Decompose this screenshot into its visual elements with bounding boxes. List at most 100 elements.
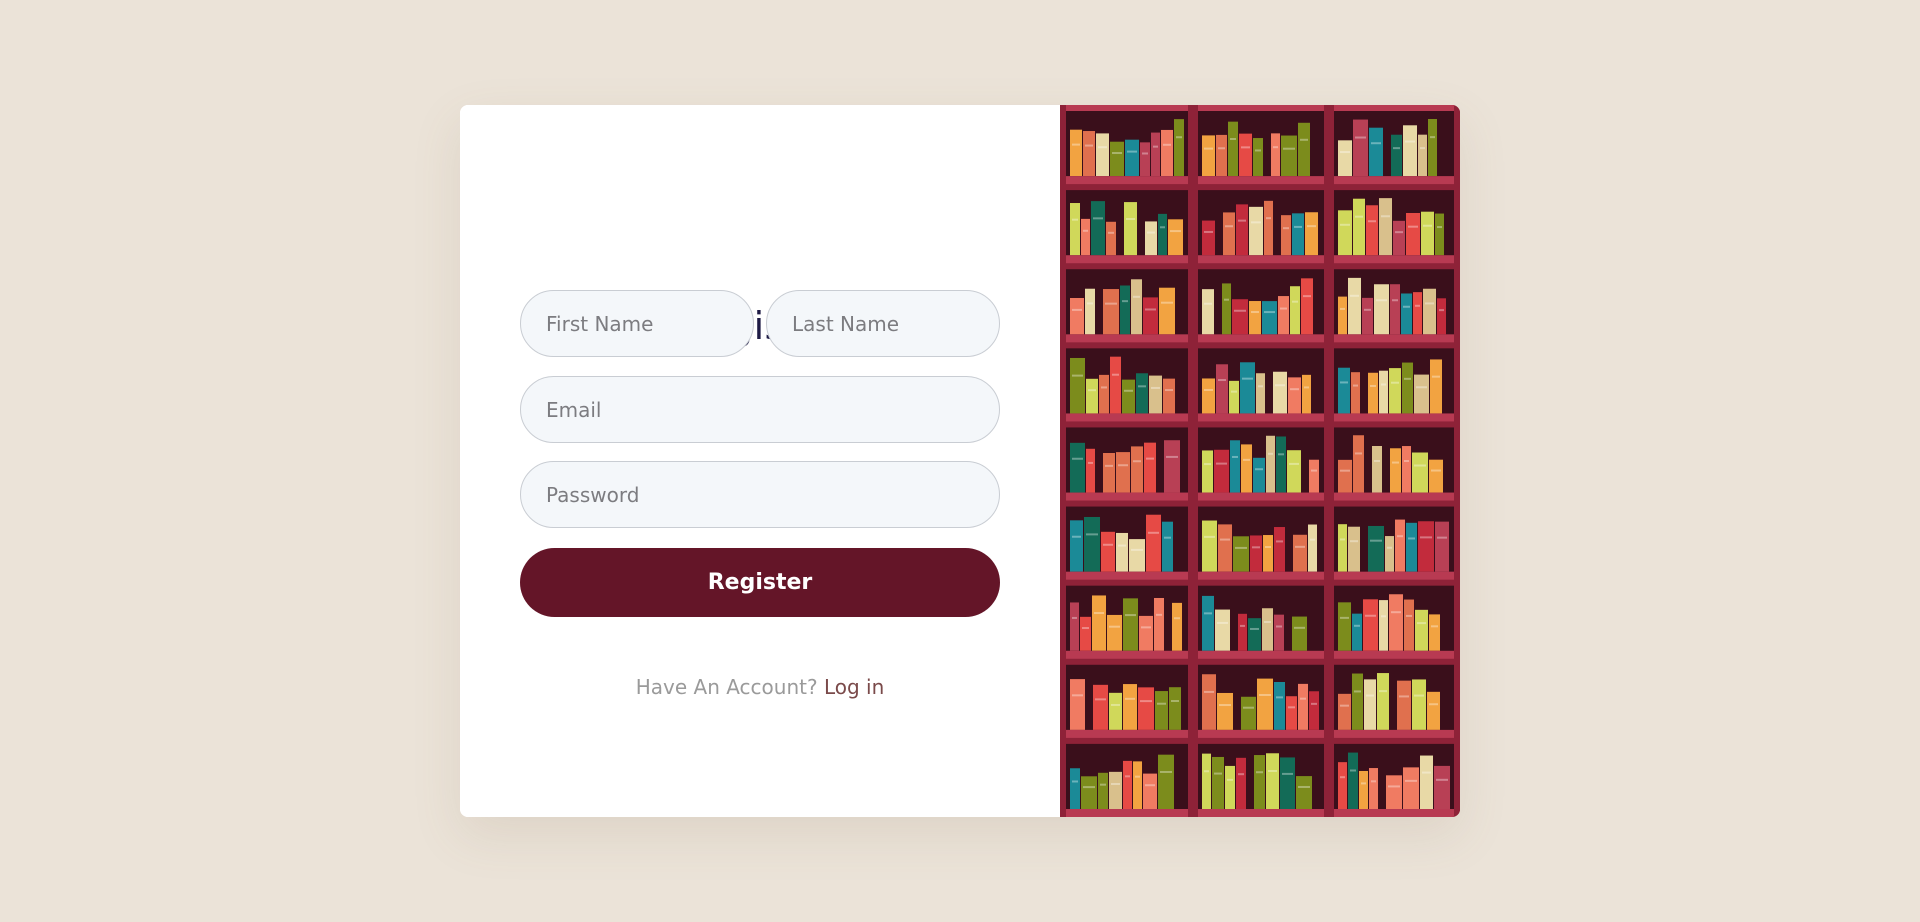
book	[1389, 368, 1401, 414]
book-stripe	[1408, 225, 1418, 228]
book-stripe	[1088, 389, 1096, 392]
book	[1155, 691, 1168, 730]
book	[1274, 527, 1285, 572]
book-stripe	[1234, 309, 1246, 312]
book-stripe	[1125, 775, 1130, 778]
book-stripe	[1255, 468, 1263, 471]
book-stripe	[1204, 690, 1214, 693]
book-stripe	[1165, 389, 1173, 392]
book-stripe	[1370, 539, 1382, 542]
book-stripe	[1259, 693, 1271, 696]
book-stripe	[1147, 231, 1155, 234]
book	[1390, 284, 1400, 335]
book-stripe	[1124, 389, 1133, 392]
book-stripe	[1103, 543, 1113, 546]
book	[1129, 539, 1145, 572]
book	[1228, 121, 1238, 177]
book-stripe	[1303, 295, 1311, 298]
book-stripe	[1146, 457, 1154, 460]
book-stripe	[1204, 302, 1212, 305]
register-button[interactable]: Register	[520, 548, 1000, 617]
book	[1106, 221, 1116, 256]
book	[1386, 775, 1402, 809]
book-stripe	[1392, 461, 1399, 464]
book-stripe	[1414, 464, 1426, 467]
book-stripe	[1219, 704, 1231, 707]
book-stripe	[1420, 147, 1425, 150]
email-input[interactable]	[520, 376, 1000, 443]
book-stripe	[1243, 706, 1254, 709]
book	[1254, 755, 1265, 809]
book	[1364, 679, 1376, 730]
shelf-divider	[1324, 105, 1334, 817]
book	[1070, 357, 1085, 414]
book	[1280, 757, 1295, 809]
book-stripe	[1355, 215, 1363, 218]
login-link[interactable]: Log in	[824, 675, 884, 699]
book	[1216, 364, 1228, 414]
book-stripe	[1283, 147, 1295, 150]
book	[1158, 754, 1174, 809]
book-stripe	[1340, 538, 1345, 541]
book	[1302, 374, 1311, 414]
book-stripe	[1417, 622, 1426, 625]
book-stripe	[1379, 690, 1387, 693]
book-stripe	[1371, 780, 1376, 783]
book-stripe	[1437, 226, 1442, 229]
book	[1369, 768, 1378, 809]
book	[1202, 520, 1217, 572]
book-stripe	[1258, 385, 1263, 388]
book	[1273, 371, 1287, 414]
book	[1435, 521, 1449, 572]
book	[1125, 139, 1139, 177]
book	[1223, 212, 1235, 256]
book-stripe	[1399, 695, 1409, 698]
book-stripe	[1224, 298, 1229, 301]
book	[1109, 692, 1122, 730]
book	[1083, 131, 1095, 177]
book	[1123, 684, 1137, 730]
book	[1395, 519, 1405, 572]
book-stripe	[1300, 697, 1306, 700]
book	[1287, 450, 1301, 493]
shelf-board	[1060, 492, 1460, 501]
book	[1391, 134, 1402, 177]
book	[1301, 278, 1313, 335]
book-stripe	[1290, 388, 1299, 391]
book	[1338, 367, 1350, 414]
book-stripe	[1161, 301, 1173, 304]
book	[1390, 448, 1401, 493]
book	[1116, 452, 1130, 493]
book	[1271, 133, 1280, 177]
book-stripe	[1298, 785, 1310, 788]
book	[1070, 520, 1083, 572]
book-stripe	[1275, 384, 1285, 387]
book-stripe	[1354, 624, 1360, 627]
book-stripe	[1414, 694, 1424, 697]
password-input[interactable]	[520, 461, 1000, 528]
book-stripe	[1105, 464, 1113, 467]
book-stripe	[1311, 469, 1317, 472]
last-name-input[interactable]	[766, 290, 1000, 357]
book-stripe	[1072, 694, 1083, 697]
book-stripe	[1118, 544, 1126, 547]
book	[1415, 609, 1428, 651]
book-stripe	[1083, 229, 1088, 232]
book	[1429, 614, 1440, 651]
book	[1266, 753, 1279, 809]
book	[1296, 776, 1312, 809]
book	[1366, 205, 1378, 256]
book-stripe	[1093, 217, 1103, 220]
book	[1338, 602, 1351, 651]
book	[1239, 133, 1252, 177]
book	[1401, 293, 1412, 335]
book	[1215, 609, 1230, 651]
book-stripe	[1220, 538, 1230, 541]
book-stripe	[1391, 611, 1401, 614]
book	[1418, 521, 1434, 572]
book-stripe	[1141, 626, 1151, 629]
book	[1070, 129, 1082, 177]
book-stripe	[1156, 613, 1162, 616]
book	[1146, 514, 1161, 572]
first-name-input[interactable]	[520, 290, 754, 357]
